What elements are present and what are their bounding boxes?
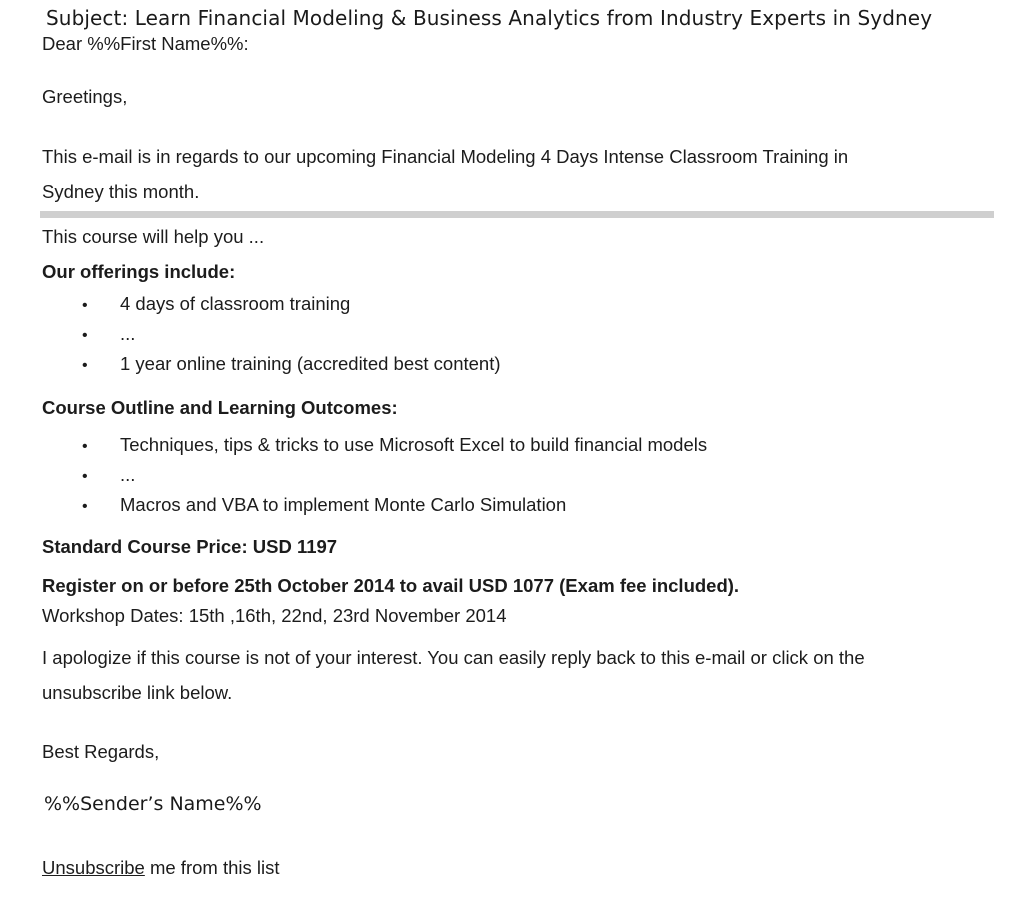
intro-line-2: Sydney this month. [42,181,200,202]
standard-price: Standard Course Price: USD 1197 [42,536,338,557]
list-item: • 4 days of classroom training [82,293,350,315]
list-item-text: Techniques, tips & tricks to use Microso… [120,434,708,455]
intro-line-1: This e-mail is in regards to our upcomin… [42,146,849,167]
list-item-text: ... [120,323,136,344]
salutation: Dear %%First Name%%: [42,33,249,54]
list-item: • Techniques, tips & tricks to use Micros… [82,434,707,456]
outline-heading: Course Outline and Learning Outcomes: [42,397,398,418]
apology-line-2: unsubscribe link below. [42,682,233,703]
email-body: Subject: Learn Financial Modeling & Busi… [0,0,1034,899]
list-item-text: ... [120,464,136,485]
section-divider [40,211,994,218]
unsubscribe-link[interactable]: Unsubscribe [42,857,145,878]
list-item: • 1 year online training (accredited best… [82,353,501,375]
list-item: • Macros and VBA to implement Monte Carlo… [82,494,566,516]
closing-regards: Best Regards, [42,741,160,762]
unsubscribe-rest-text: me from this list [144,857,280,878]
email-subject: Subject: Learn Financial Modeling & Busi… [46,6,933,30]
greeting-text: Greetings, [42,86,128,107]
bullet-icon: • [82,468,88,485]
bullet-icon: • [82,327,88,344]
bullet-icon: • [82,438,88,455]
bullet-icon: • [82,297,88,314]
apology-line-1: I apologize if this course is not of you… [42,647,865,668]
workshop-dates: Workshop Dates: 15th ,16th, 22nd, 23rd N… [42,605,507,626]
list-item: •... [82,464,135,486]
unsubscribe-line: Unsubscribe me from this list [42,857,280,879]
list-item-text: Macros and VBA to implement Monte Carlo … [120,494,567,515]
list-item-text: 4 days of classroom training [120,293,351,314]
sender-name: %%Sender’s Name%% [44,793,262,815]
list-item-text: 1 year online training (accredited best … [120,353,501,374]
bullet-icon: • [82,357,88,374]
bullet-icon: • [82,498,88,515]
register-offer: Register on or before 25th October 2014 … [42,575,740,596]
list-item: •... [82,323,135,345]
course-help-text: This course will help you ... [42,226,265,247]
offerings-heading: Our offerings include: [42,261,236,282]
